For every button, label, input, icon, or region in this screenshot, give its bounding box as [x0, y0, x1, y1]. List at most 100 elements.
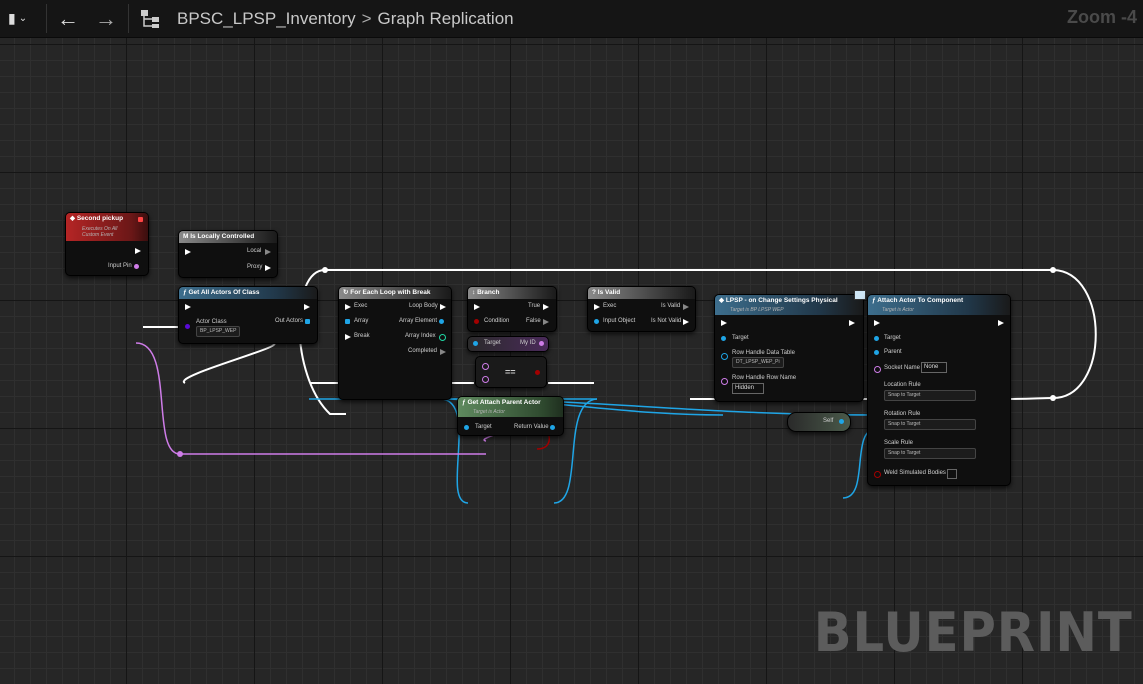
node-title: Get Attach Parent Actor: [467, 399, 541, 406]
node-lpsp-change-settings[interactable]: ◆ LPSP - on Change Settings Physical Tar…: [714, 290, 866, 402]
location-rule-select[interactable]: Snap to Target: [884, 390, 976, 401]
struct-in-pin[interactable]: [482, 376, 489, 383]
object-in-pin[interactable]: [874, 350, 879, 355]
struct-in-pin[interactable]: [482, 363, 489, 370]
object-out-pin[interactable]: [550, 425, 555, 430]
breadcrumb-root[interactable]: BPSC_LPSP_Inventory: [177, 9, 356, 29]
exec-in-pin[interactable]: [185, 249, 191, 255]
object-in-pin[interactable]: [721, 353, 728, 360]
object-in-pin[interactable]: [473, 341, 478, 346]
node-second-pickup[interactable]: ◆ Second pickup Executes On All Custom E…: [65, 212, 149, 276]
pin-label: Target: [732, 335, 749, 341]
node-self[interactable]: Self: [787, 412, 851, 432]
exec-out-pin[interactable]: [543, 304, 549, 310]
breadcrumb-current: Graph Replication: [377, 8, 514, 28]
question-icon: ?: [592, 289, 596, 296]
branch-icon: ↕: [472, 289, 476, 296]
bookmark-icon[interactable]: ▮: [8, 10, 16, 27]
exec-out-pin[interactable]: [265, 265, 271, 271]
pin-label: Array Index: [405, 333, 436, 339]
node-attach-actor[interactable]: ƒ Attach Actor To Component Target is Ac…: [867, 294, 1011, 486]
bool-in-pin[interactable]: [474, 319, 479, 324]
pin-label: Out Actors: [275, 318, 304, 324]
graph-canvas[interactable]: ◆ Second pickup Executes On All Custom E…: [0, 38, 1143, 684]
function-icon: ƒ: [462, 399, 466, 406]
weld-checkbox[interactable]: [947, 469, 957, 479]
object-in-pin[interactable]: [874, 336, 879, 341]
breadcrumb-separator: >: [361, 8, 372, 28]
array-out-pin[interactable]: [305, 319, 310, 324]
bookmark-menu[interactable]: ▮ ⌄: [8, 0, 27, 37]
object-in-pin[interactable]: [721, 336, 726, 341]
exec-in-pin[interactable]: [874, 320, 880, 326]
chevron-down-icon[interactable]: ⌄: [19, 13, 27, 24]
socket-name-field[interactable]: None: [921, 362, 947, 373]
struct-out-pin[interactable]: [134, 264, 139, 269]
exec-out-pin[interactable]: [683, 319, 689, 325]
pin-label: Array: [354, 318, 369, 324]
node-for-each-loop[interactable]: ↻ For Each Loop with Break Exec Array Br…: [338, 286, 452, 400]
exec-out-pin[interactable]: [998, 320, 1004, 326]
name-in-pin[interactable]: [874, 366, 881, 373]
pin-label: Exec: [354, 303, 368, 309]
blueprint-watermark: BLUEPRINT: [814, 601, 1133, 664]
class-in-pin[interactable]: [185, 324, 190, 329]
node-equal[interactable]: ==: [475, 356, 547, 388]
exec-in-pin[interactable]: [721, 320, 727, 326]
pin-label: Socket Name: [884, 365, 921, 371]
exec-out-pin[interactable]: [440, 349, 446, 355]
exec-in-pin[interactable]: [474, 304, 480, 310]
rotation-rule-select[interactable]: Snap to Target: [884, 419, 976, 430]
pin-label: Is Not Valid: [651, 318, 682, 324]
object-out-pin[interactable]: [839, 419, 844, 424]
node-get-all-actors[interactable]: ƒ Get All Actors Of Class Actor Class BP…: [178, 286, 318, 344]
pin-label: False: [526, 318, 541, 324]
function-icon: ◆: [719, 297, 724, 304]
node-get-my-id[interactable]: Target My ID: [467, 336, 549, 352]
exec-out-pin[interactable]: [683, 304, 689, 310]
exec-in-pin[interactable]: [185, 304, 191, 310]
exec-out-pin[interactable]: [265, 249, 271, 255]
macro-icon: ↻: [343, 289, 349, 296]
node-title: Is Valid: [597, 289, 621, 296]
node-get-attach-parent[interactable]: ƒ Get Attach Parent Actor Target is Acto…: [457, 396, 564, 436]
graph-hierarchy-icon[interactable]: [140, 9, 162, 29]
exec-out-pin[interactable]: [304, 304, 310, 310]
exec-out-pin[interactable]: [543, 319, 549, 325]
node-is-locally-controlled[interactable]: M Is Locally Controlled Local Proxy: [178, 230, 278, 278]
node-is-valid[interactable]: ? Is Valid Exec Input Object Is Valid Is…: [587, 286, 696, 332]
row-name-field[interactable]: Hidden: [732, 383, 764, 394]
bool-out-pin[interactable]: [535, 370, 540, 375]
object-out-pin[interactable]: [439, 319, 444, 324]
exec-in-pin[interactable]: [345, 304, 351, 310]
object-in-pin[interactable]: [594, 319, 599, 324]
pin-label: Input Object: [603, 318, 636, 324]
exec-in-pin[interactable]: [594, 304, 600, 310]
replicated-icon: [854, 290, 866, 300]
array-in-pin[interactable]: [345, 319, 350, 324]
row-table-select[interactable]: DT_LPSP_WEP_Pi: [732, 357, 784, 368]
reroute-knot: [177, 451, 183, 457]
struct-out-pin[interactable]: [539, 341, 544, 346]
object-in-pin[interactable]: [464, 425, 469, 430]
exec-out-pin[interactable]: [849, 320, 855, 326]
pin-label: Local: [247, 248, 262, 254]
pin-label: Location Rule: [884, 382, 921, 388]
actor-class-select[interactable]: BP_LPSP_WEP: [196, 326, 240, 337]
node-branch[interactable]: ↕ Branch Condition True False: [467, 286, 557, 332]
exec-out-pin[interactable]: [440, 304, 446, 310]
int-out-pin[interactable]: [439, 334, 446, 341]
forward-arrow-icon[interactable]: →: [95, 6, 117, 32]
pin-label: Target: [484, 340, 501, 346]
name-in-pin[interactable]: [721, 378, 728, 385]
scale-rule-select[interactable]: Snap to Target: [884, 448, 976, 459]
back-arrow-icon[interactable]: ←: [57, 6, 79, 32]
delegate-pin[interactable]: [138, 217, 143, 222]
bool-in-pin[interactable]: [874, 471, 881, 478]
pin-label: Scale Rule: [884, 440, 914, 446]
exec-out-pin[interactable]: [135, 248, 141, 254]
exec-in-pin[interactable]: [345, 334, 351, 340]
pin-label: Break: [354, 333, 370, 339]
node-title: For Each Loop with Break: [350, 289, 431, 296]
breadcrumb: BPSC_LPSP_Inventory > Graph Replication: [177, 0, 514, 37]
